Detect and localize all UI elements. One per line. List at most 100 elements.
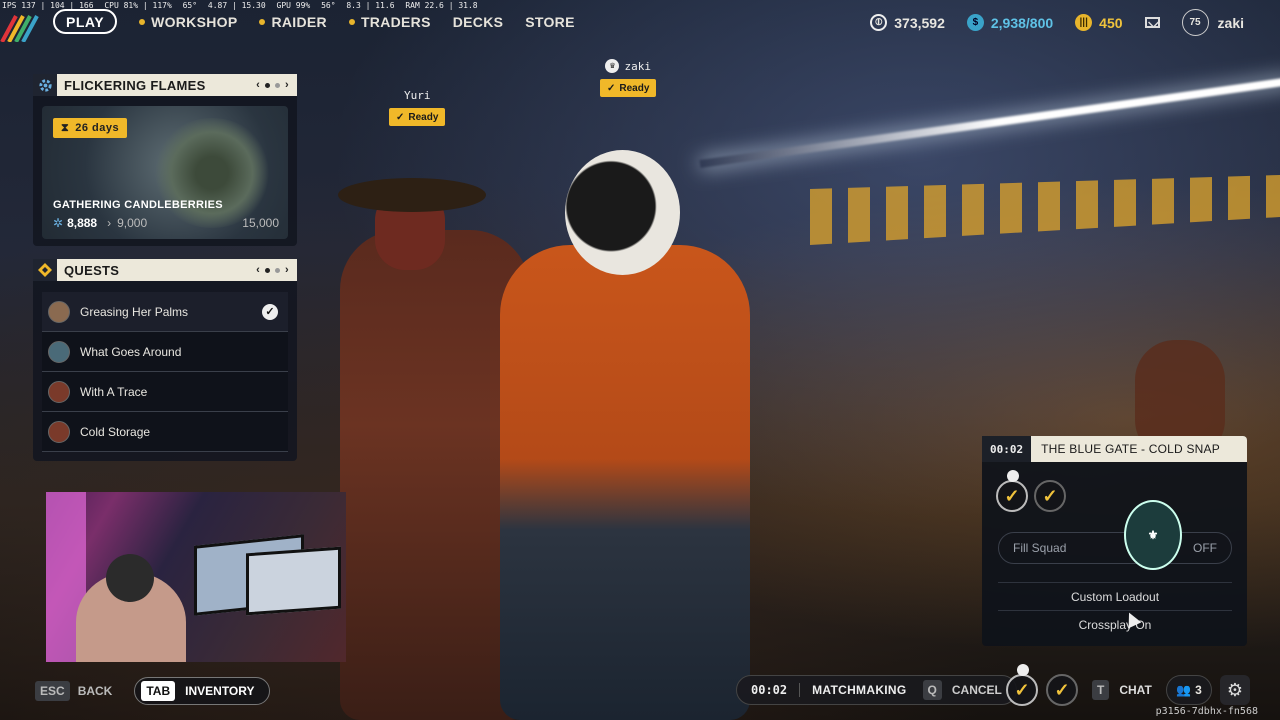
mail-icon[interactable] xyxy=(1144,17,1160,28)
nav-item-traders[interactable]: TRADERS xyxy=(348,14,431,30)
event-name: GATHERING CANDLEBERRIES xyxy=(53,199,223,211)
neon-light-strip xyxy=(699,76,1280,168)
yuri-character-hat xyxy=(338,178,486,212)
nav-item-label: RAIDER xyxy=(271,13,327,30)
streamer-head xyxy=(106,554,154,602)
list-item-quest[interactable]: Greasing Her Palms ✓ xyxy=(42,292,288,332)
nav-item-decks[interactable]: DECKS xyxy=(453,14,504,30)
game-logo-icon xyxy=(0,15,39,42)
pager-dot xyxy=(275,267,281,273)
chevron-right-icon[interactable]: › xyxy=(285,79,289,91)
fill-squad-state: OFF xyxy=(1193,541,1217,555)
checkmark-icon: ✓ xyxy=(1004,485,1020,506)
list-item-quest[interactable]: Cold Storage xyxy=(42,412,288,452)
checkmark-icon: ✓ xyxy=(1014,679,1030,700)
event-pager: ‹ › xyxy=(256,79,289,91)
bunting-flags xyxy=(810,175,1280,245)
chevron-right-icon: › xyxy=(107,216,112,230)
custom-loadout-button[interactable]: Custom Loadout xyxy=(998,582,1232,610)
streamer-webcam xyxy=(46,492,346,662)
streamer-emblem-icon: ⚜ xyxy=(1124,500,1182,570)
crossplay-button[interactable]: Crossplay On xyxy=(998,610,1232,638)
monitor xyxy=(246,546,341,616)
event-progress: ✲ 8,888 › 9,000 15,000 xyxy=(53,216,279,230)
credits-currency[interactable]: $2,938/800 xyxy=(966,14,1053,31)
esc-key: ESC xyxy=(35,681,70,701)
ready-badge: ✓ Ready xyxy=(600,79,657,97)
chat-button[interactable]: T CHAT xyxy=(1092,680,1152,700)
quest-giver-avatar xyxy=(48,380,70,403)
pager-dot xyxy=(265,82,271,88)
level-badge: 75 xyxy=(1181,9,1209,36)
back-button[interactable]: BACK xyxy=(78,684,113,698)
inventory-label: INVENTORY xyxy=(185,684,255,698)
inventory-button[interactable]: TAB INVENTORY xyxy=(134,677,270,705)
quest-diamond-icon xyxy=(33,259,57,281)
nav-item-raider[interactable]: RAIDER xyxy=(259,13,327,30)
matchmaking-popup: 00:02 THE BLUE GATE - COLD SNAP ✓ ✓ Fill… xyxy=(982,436,1247,646)
list-item-quest[interactable]: With A Trace xyxy=(42,372,288,412)
cancel-label: CANCEL xyxy=(951,683,1002,697)
quest-label: What Goes Around xyxy=(80,344,182,359)
checkmark-icon: ✓ xyxy=(1042,485,1058,506)
tokens-currency[interactable]: ||| 450 xyxy=(1075,14,1123,31)
pager-dot xyxy=(275,82,281,88)
credits-icon: $ xyxy=(966,14,984,31)
player-name-row: ♛ zaki xyxy=(605,59,651,73)
checkmark-icon: ✓ xyxy=(607,82,616,94)
squad-ready-status: ✓ ✓ xyxy=(996,470,1066,512)
candleberry-tree-image xyxy=(152,118,272,228)
ready-label: Ready xyxy=(619,82,650,94)
profile-button[interactable]: 75 zaki xyxy=(1181,9,1244,36)
profile-name: zaki xyxy=(1217,14,1244,31)
chevron-left-icon[interactable]: ‹ xyxy=(256,264,260,276)
chevron-left-icon[interactable]: ‹ xyxy=(256,79,260,91)
quests-title-text: QUESTS xyxy=(64,262,120,278)
q-key: Q xyxy=(922,680,942,700)
nav-item-store[interactable]: STORE xyxy=(525,14,574,30)
matchmaking-timer: 00:02 xyxy=(751,683,801,697)
fill-squad-toggle[interactable]: Fill Squad OFF xyxy=(998,532,1232,564)
crown-icon xyxy=(1007,470,1019,482)
coins-currency[interactable]: ⦶ 373,592 xyxy=(870,14,945,31)
hourglass-icon: ⧗ xyxy=(61,121,70,134)
event-panel-header: FLICKERING FLAMES ‹ › xyxy=(33,74,297,96)
squad-member-ready: ✓ xyxy=(996,470,1028,512)
chevron-right-icon[interactable]: › xyxy=(285,264,289,276)
chat-label: CHAT xyxy=(1119,683,1152,697)
quest-giver-avatar xyxy=(48,300,70,323)
tab-key: TAB xyxy=(141,681,176,701)
nav-item-workshop[interactable]: WORKSHOP xyxy=(139,14,237,30)
squad-member-ready: ✓ xyxy=(1046,674,1078,706)
notification-dot-icon xyxy=(348,18,355,25)
party-button[interactable]: 👥 3 xyxy=(1166,675,1212,705)
popup-header: 00:02 THE BLUE GATE - COLD SNAP xyxy=(982,436,1247,462)
nav-item-label: WORKSHOP xyxy=(151,13,238,30)
settings-gear-icon[interactable]: ⚙ xyxy=(1220,675,1250,705)
ready-label: Ready xyxy=(408,111,439,123)
event-panel-title: FLICKERING FLAMES ‹ › xyxy=(57,74,297,96)
notification-dot-icon xyxy=(259,18,266,25)
ready-badge: ✓ Ready xyxy=(389,108,446,126)
quest-giver-avatar xyxy=(48,420,70,443)
nav-item-label: STORE xyxy=(525,13,575,30)
nav-item-label: DECKS xyxy=(452,13,504,30)
build-id: p3156-7dbhx-fn568 xyxy=(1155,706,1258,717)
squad-member-ready: ✓ xyxy=(1034,480,1066,512)
cancel-button[interactable]: Q CANCEL xyxy=(922,680,1002,700)
nav-play-button[interactable]: PLAY xyxy=(53,9,118,34)
event-progress-current: 8,888 xyxy=(67,216,98,230)
zaki-character-body xyxy=(500,245,750,720)
quest-label: Cold Storage xyxy=(80,424,151,439)
event-progress-max: 15,000 xyxy=(242,216,279,230)
quest-label: With A Trace xyxy=(80,384,148,399)
list-item-quest[interactable]: What Goes Around xyxy=(42,332,288,372)
event-days-text: 26 days xyxy=(75,122,120,134)
quest-list: Greasing Her Palms ✓ What Goes Around Wi… xyxy=(42,292,288,452)
crown-icon: ♛ xyxy=(605,59,620,73)
main-nav: PLAY WORKSHOP RAIDER TRADERS DECKS STORE xyxy=(53,9,575,34)
crown-icon xyxy=(1017,664,1029,676)
currency-bar: ⦶ 373,592 $2,938/800 ||| 450 75 zaki xyxy=(870,9,1244,36)
squad-member-ready: ✓ xyxy=(1006,664,1038,706)
quests-panel-title: QUESTS ‹ › xyxy=(57,259,297,281)
